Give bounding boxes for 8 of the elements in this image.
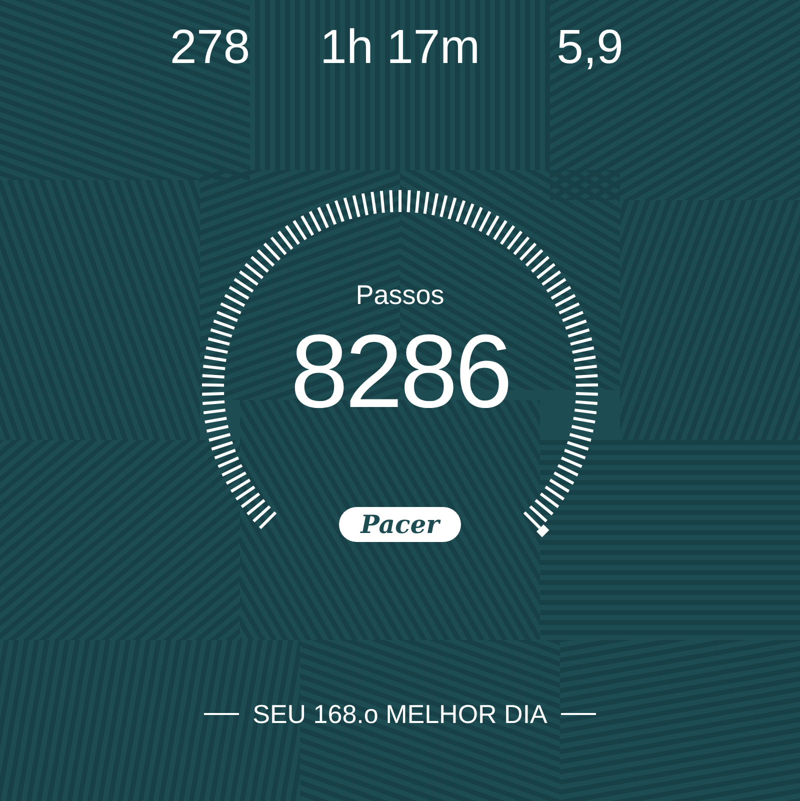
best-day-rank: SEU 168.o MELHOR DIA — [252, 699, 548, 729]
steps-count: 8286 — [290, 316, 510, 428]
gauge-marker — [536, 524, 550, 538]
steps-label: Passos — [356, 279, 444, 312]
stat-value: 1h 17m — [318, 20, 482, 76]
stat-value: 278 — [168, 20, 252, 76]
logo: Pacer — [339, 507, 461, 542]
stat-value: 5,9 — [556, 20, 624, 76]
